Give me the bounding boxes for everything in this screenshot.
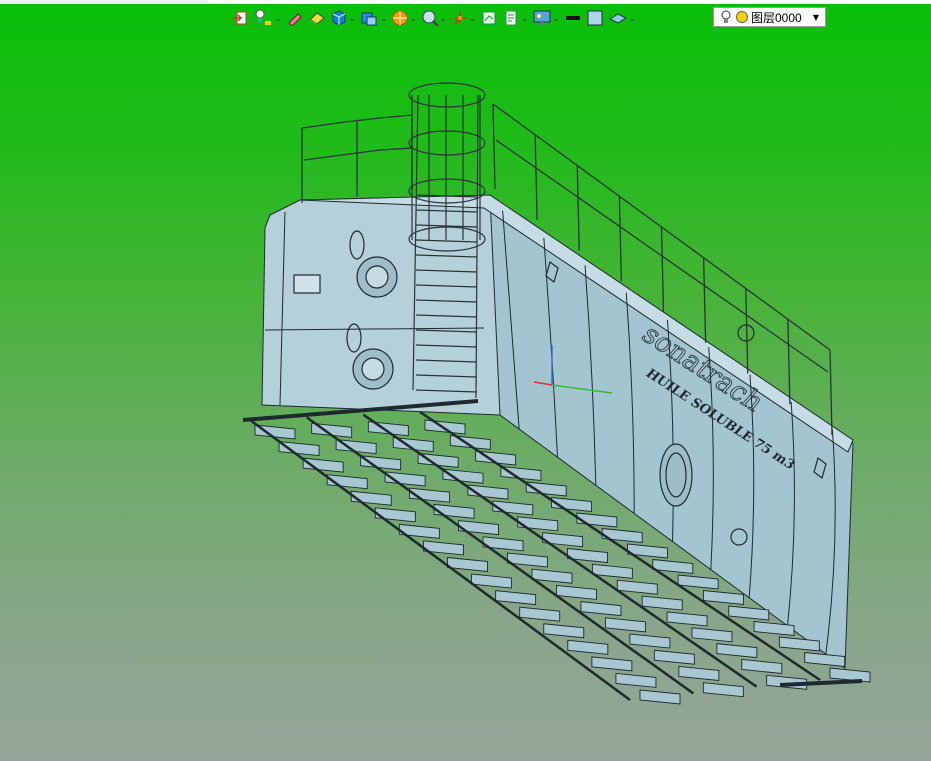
skid-crossbeam — [374, 507, 416, 523]
skid-crossbeam — [616, 579, 658, 595]
railing-post — [702, 257, 707, 343]
ladder-cage-hoop — [408, 82, 486, 108]
nameplate — [293, 274, 321, 294]
skid-crossbeam — [580, 601, 622, 617]
upper-nozzle-bore — [365, 265, 389, 289]
skid-crossbeam — [278, 441, 320, 457]
skid-crossbeam — [556, 584, 597, 600]
railing-post — [829, 349, 833, 436]
skid-crossbeam — [629, 633, 671, 649]
skid-crossbeam — [641, 595, 683, 611]
railing-post — [660, 226, 665, 313]
skid-crossbeam — [517, 516, 559, 532]
tank-side-panel — [481, 196, 854, 669]
midrail-end — [303, 147, 413, 161]
railing-post — [576, 165, 580, 251]
skid-crossbeam — [542, 532, 584, 548]
skid-crossbeam — [677, 574, 719, 590]
skid-crossbeam — [543, 623, 585, 639]
skid-crossbeam — [567, 639, 609, 655]
railing-post — [745, 288, 749, 374]
railing-post — [787, 319, 791, 405]
skid-crossbeam — [398, 523, 440, 539]
skid-crossbeam — [471, 573, 513, 589]
skid-crossbeam — [302, 457, 344, 473]
skid-crossbeam — [604, 617, 646, 633]
skid-crossbeam — [525, 481, 567, 497]
skid-crossbeam — [691, 627, 733, 643]
side-handwheel-top — [737, 324, 755, 342]
skid-crossbeam — [519, 606, 561, 622]
skid-crossbeam — [702, 590, 744, 605]
lower-nozzle-bore — [361, 357, 385, 381]
skid-crossbeam — [424, 419, 466, 435]
skid-crossbeam — [639, 689, 681, 705]
skid-crossbeam — [678, 665, 720, 681]
skid-crossbeam — [458, 520, 499, 536]
railing-post — [618, 196, 623, 282]
model-viewport[interactable]: sonatrach HUILE SOLUBLE 75 m3 — [0, 0, 931, 761]
railing-post — [492, 103, 496, 190]
skid-crossbeam — [591, 656, 633, 672]
skid-crossbeam — [442, 468, 484, 484]
skid-crossbeam — [702, 682, 744, 698]
skid-crossbeam — [615, 672, 657, 688]
skid-crossbeam — [716, 643, 758, 659]
skid-crossbeam — [495, 590, 537, 606]
railing-post — [534, 134, 538, 220]
skid-crossbeam — [741, 658, 783, 674]
skid-crossbeam — [360, 455, 402, 471]
ladder-cage-hoop — [408, 130, 486, 156]
skid-crossbeam — [601, 528, 643, 543]
skid-crossbeam — [666, 611, 708, 627]
skid-crossbeam — [653, 649, 695, 665]
